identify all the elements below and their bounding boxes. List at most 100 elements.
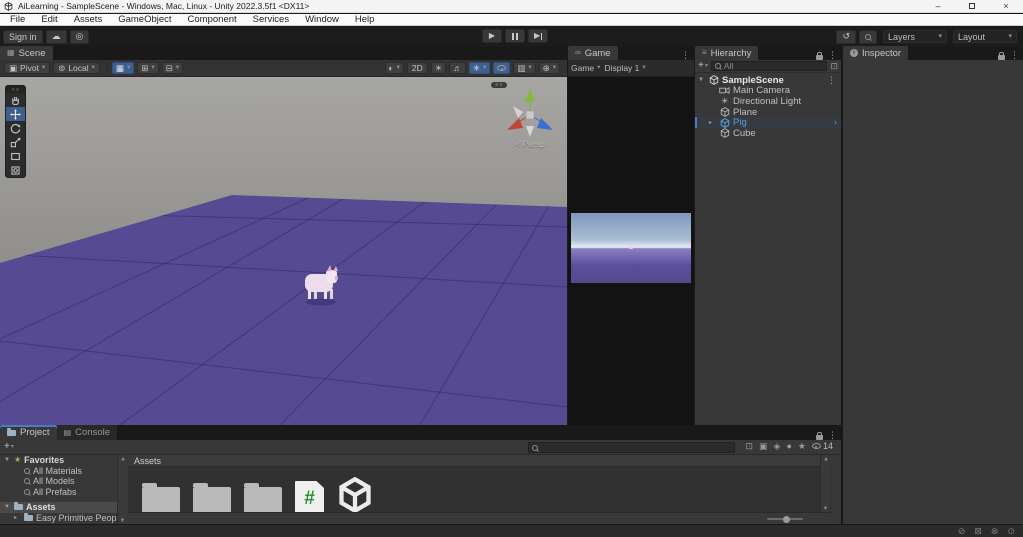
folder-easy-primitive-people[interactable]: ▸ Easy Primitive People bbox=[0, 513, 126, 524]
menu-help[interactable]: Help bbox=[347, 14, 383, 25]
maximize-button[interactable] bbox=[955, 0, 989, 12]
lock-icon[interactable] bbox=[998, 55, 1005, 60]
menu-window[interactable]: Window bbox=[297, 14, 347, 25]
foldout-icon[interactable]: ▼ bbox=[698, 77, 704, 83]
undo-history-button[interactable]: ↺ bbox=[836, 30, 856, 44]
asset-csharp-script[interactable]: # bbox=[295, 481, 324, 516]
favorites-all-materials[interactable]: All Materials bbox=[0, 466, 126, 477]
step-button[interactable]: ▶ bbox=[528, 29, 548, 43]
2d-toggle[interactable]: 2D bbox=[407, 62, 428, 74]
chevron-right-icon[interactable]: › bbox=[834, 118, 837, 127]
menu-services[interactable]: Services bbox=[245, 14, 297, 25]
menu-edit[interactable]: Edit bbox=[33, 14, 65, 25]
game-viewport[interactable] bbox=[568, 77, 694, 425]
menu-assets[interactable]: Assets bbox=[66, 14, 111, 25]
rect-tool[interactable] bbox=[6, 149, 25, 163]
cloud-button[interactable]: ☁ bbox=[46, 30, 67, 44]
sidebar-scrollbar[interactable]: ▼ ▼ bbox=[117, 455, 127, 524]
align-icon: ⊟ bbox=[166, 64, 173, 73]
layers-dropdown[interactable]: Layers▾ bbox=[883, 30, 947, 43]
orientation-gizmo[interactable] bbox=[500, 85, 560, 143]
hierarchy-item-cube[interactable]: Cube bbox=[695, 128, 841, 139]
favorites-all-prefabs[interactable]: All Prefabs bbox=[0, 487, 126, 498]
move-tool[interactable] bbox=[6, 107, 25, 121]
favorites-root[interactable]: ▼ ★ Favorites bbox=[0, 455, 126, 466]
hierarchy-item-plane[interactable]: Plane bbox=[695, 107, 841, 118]
kebab-menu-icon[interactable]: ⋮ bbox=[1010, 51, 1019, 60]
kebab-menu-icon[interactable]: ⋮ bbox=[828, 431, 837, 440]
sign-in-button[interactable]: Sign in bbox=[3, 30, 43, 44]
kebab-menu-icon[interactable]: ⋮ bbox=[681, 51, 690, 60]
snap-settings-dropdown[interactable]: ⊞▾ bbox=[137, 62, 158, 74]
content-scrollbar[interactable]: ▼ ▼ bbox=[820, 455, 830, 512]
preset-icon[interactable]: ● bbox=[786, 442, 791, 451]
menu-component[interactable]: Component bbox=[180, 14, 245, 25]
tab-hierarchy[interactable]: ≡ Hierarchy bbox=[695, 46, 758, 60]
lock-icon[interactable] bbox=[816, 55, 823, 60]
kebab-menu-icon[interactable]: ⋮ bbox=[827, 76, 836, 85]
search-button[interactable] bbox=[859, 30, 877, 44]
overlay-drag-handle[interactable]: ≡ ≡ bbox=[6, 86, 25, 93]
scene-visibility-toggle[interactable] bbox=[493, 62, 510, 74]
lighting-toggle[interactable]: ☀ bbox=[431, 62, 447, 74]
status-cloud-icon[interactable]: ⊗ bbox=[991, 527, 999, 536]
type-filter-icon[interactable]: ▣ bbox=[759, 442, 768, 451]
pause-button[interactable] bbox=[505, 29, 525, 43]
tab-console[interactable]: ▤ Console bbox=[57, 425, 117, 440]
local-dropdown[interactable]: ⊚ Local▾ bbox=[53, 62, 100, 74]
gizmos-dropdown[interactable]: ⊕▾ bbox=[539, 62, 560, 74]
foldout-icon[interactable]: ▸ bbox=[709, 120, 712, 126]
status-mute-icon[interactable]: ⊘ bbox=[958, 527, 966, 536]
rotate-tool[interactable] bbox=[6, 121, 25, 135]
status-activity-icon[interactable]: ⊠ bbox=[974, 527, 982, 536]
foldout-icon[interactable]: ▸ bbox=[14, 515, 17, 521]
hierarchy-item-directional-light[interactable]: ☀ Directional Light bbox=[695, 96, 841, 107]
perspective-label[interactable]: < Persp bbox=[498, 139, 562, 149]
minimize-button[interactable]: – bbox=[921, 0, 955, 12]
hidden-packages-toggle[interactable]: 14 bbox=[812, 441, 833, 451]
thumbnail-zoom-slider[interactable] bbox=[767, 518, 803, 520]
asset-unity-package[interactable] bbox=[337, 477, 373, 516]
hierarchy-search-input[interactable]: All bbox=[711, 61, 828, 71]
label-filter-icon[interactable]: ◈ bbox=[774, 442, 781, 451]
save-search-star-icon[interactable]: ★ bbox=[798, 442, 806, 451]
play-button[interactable]: ▶ bbox=[482, 29, 502, 43]
favorites-all-models[interactable]: All Models bbox=[0, 476, 126, 487]
foldout-icon[interactable]: ▼ bbox=[4, 504, 10, 510]
scale-tool[interactable] bbox=[6, 135, 25, 149]
hierarchy-root-samplescene[interactable]: ▼ SampleScene ⋮ bbox=[695, 75, 841, 86]
layout-dropdown[interactable]: Layout▾ bbox=[953, 30, 1017, 43]
effects-dropdown[interactable]: ✳▾ bbox=[469, 62, 490, 74]
transform-tool[interactable] bbox=[6, 163, 25, 177]
services-button[interactable]: ◎ bbox=[70, 30, 90, 44]
align-tools-dropdown[interactable]: ⊟▾ bbox=[162, 62, 183, 74]
game-mode-dropdown[interactable]: Game▾ bbox=[571, 63, 600, 73]
hierarchy-item-main-camera[interactable]: Main Camera bbox=[695, 86, 841, 97]
create-object-button[interactable]: +▾ bbox=[698, 61, 708, 71]
kebab-menu-icon[interactable]: ⋮ bbox=[828, 51, 837, 60]
pivot-dropdown[interactable]: ▣ Pivot▾ bbox=[4, 62, 50, 74]
camera-settings-dropdown[interactable]: ▥▾ bbox=[513, 62, 535, 74]
close-button[interactable]: × bbox=[989, 0, 1023, 12]
lock-icon[interactable] bbox=[816, 435, 823, 440]
grid-visibility-dropdown[interactable]: ▦▾ bbox=[112, 62, 134, 74]
tab-scene[interactable]: ▦ Scene bbox=[0, 46, 53, 60]
menu-gameobject[interactable]: GameObject bbox=[110, 14, 179, 25]
create-asset-button[interactable]: +▾ bbox=[4, 442, 14, 452]
open-in-search-icon[interactable]: ⊡ bbox=[745, 442, 753, 451]
hand-tool[interactable] bbox=[6, 93, 25, 107]
shading-mode-dropdown[interactable]: ◐▾ bbox=[385, 62, 404, 74]
tab-project[interactable]: Project bbox=[0, 425, 57, 440]
hierarchy-item-pig[interactable]: ▸ Pig › bbox=[695, 117, 841, 128]
display-dropdown[interactable]: Display 1▾ bbox=[604, 63, 645, 73]
tab-game[interactable]: ∞ Game bbox=[568, 46, 618, 60]
foldout-icon[interactable]: ▼ bbox=[4, 457, 10, 463]
audio-toggle[interactable]: ♬ bbox=[449, 62, 466, 74]
search-picker-icon[interactable]: ⊡ bbox=[830, 62, 838, 71]
project-search-input[interactable] bbox=[528, 442, 735, 453]
scene-viewport[interactable]: ≡ ≡ ≡ ≡ bbox=[0, 77, 567, 425]
menu-file[interactable]: File bbox=[2, 14, 33, 25]
status-progress-icon[interactable]: ⊙ bbox=[1007, 527, 1015, 536]
tab-inspector[interactable]: i Inspector bbox=[843, 46, 908, 60]
assets-root[interactable]: ▼ Assets bbox=[0, 502, 126, 513]
